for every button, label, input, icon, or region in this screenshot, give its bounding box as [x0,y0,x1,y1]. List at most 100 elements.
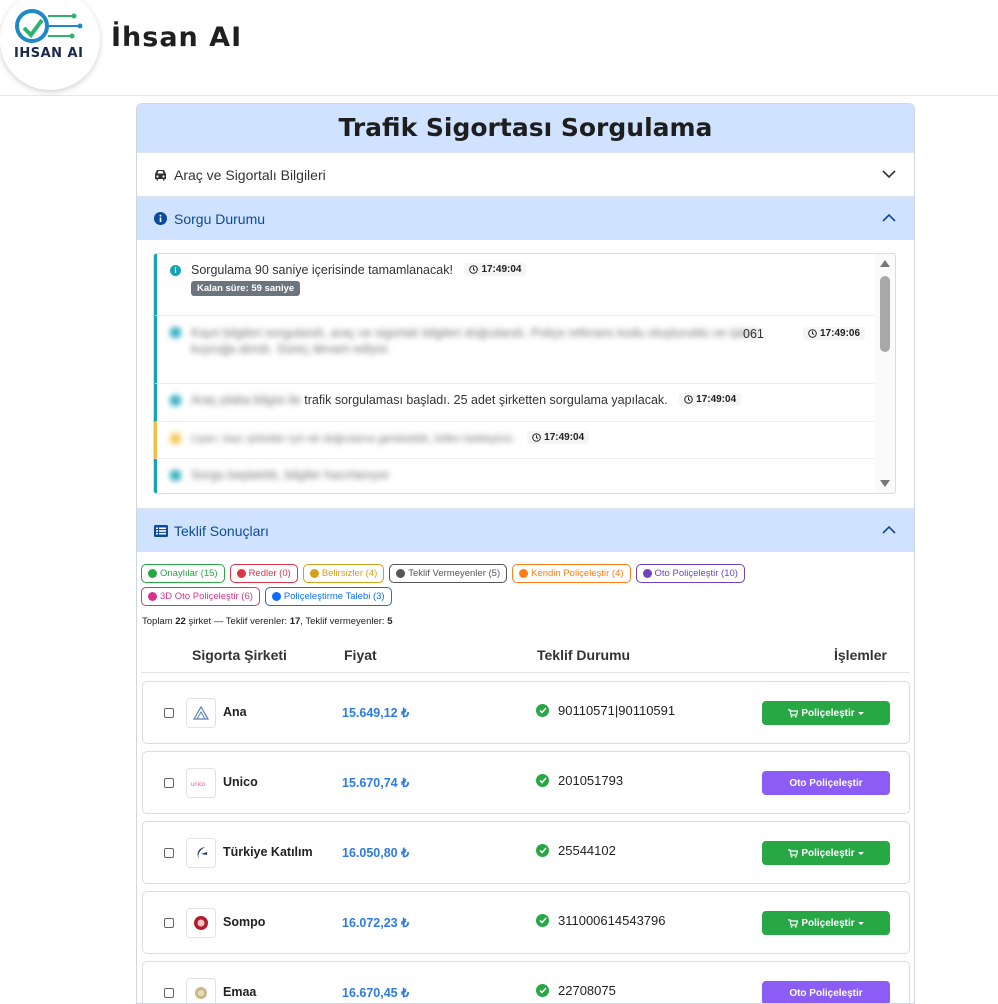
offer-status: 22708075 [536,983,616,998]
summary-nongivers-label: , Teklif vermeyenler: [300,616,385,627]
filter-chip[interactable]: 3D Oto Poliçeleştir (6) [141,587,260,606]
table-row: Emaa 16.670,45 ₺ 22708075 Oto Poliçeleştir [142,961,910,1003]
log-text: Sorgulama 90 saniye içerisinde tamamlana… [191,263,453,277]
offer-number: 201051793 [558,773,624,788]
price: 16.050,80 ₺ [342,846,410,860]
log-scrollbar[interactable] [875,254,895,493]
page-title: Trafik Sigortası Sorgulama [137,104,914,152]
row-checkbox[interactable] [164,708,174,718]
row-checkbox[interactable] [164,918,174,928]
action-label: Poliçeleştir [801,847,855,859]
accordion-vehicle-label: Araç ve Sigortalı Bilgileri [174,166,326,183]
table-row: unico Unico 15.670,74 ₺ 201051793 Oto Poliçe… [142,751,910,814]
scroll-down-icon[interactable] [880,480,890,487]
log-item: i Sorgu başlatıldı, bilgiler hazırlanıyo… [154,459,875,493]
caret-down-icon [857,921,864,925]
log-list: i Sorgulama 90 saniye içerisinde tamamla… [154,254,875,493]
accordion-query-status[interactable]: Sorgu Durumu [137,196,914,240]
info-dot-icon: i [170,327,181,338]
log-text-blurred: Araç plaka bilgisi ile [191,393,301,407]
summary-prefix: Toplam [142,616,173,627]
offer-status: 311000614543796 [536,913,666,928]
chevron-up-icon [882,525,896,534]
card-icon [148,592,157,601]
user-icon [519,569,529,578]
info-dot-icon: i [170,470,181,481]
log-box[interactable]: i Sorgulama 90 saniye içerisinde tamamla… [153,253,896,494]
log-item: i Kayıt bilgileri sorgulandı, araç ve si… [154,316,875,384]
log-text-visible: 061 [743,327,764,341]
car-icon [153,167,168,182]
circuit-logo-icon [15,9,83,43]
offer-number: 22708075 [558,983,616,998]
row-checkbox[interactable] [164,778,174,788]
action-label: Poliçeleştir [801,707,855,719]
filter-chip[interactable]: Teklif Vermeyenler (5) [389,564,508,583]
offer-status: 201051793 [536,773,623,788]
auto-policy-button[interactable]: Oto Poliçeleştir [762,771,890,795]
timestamp-text: 17:49:04 [481,264,522,275]
filter-chip-label: Kendin Poliçeleştir (4) [531,568,624,579]
accordion-offers-label: Teklif Sonuçları [174,522,269,539]
accordion-offer-results[interactable]: Teklif Sonuçları [137,508,914,552]
company-name: Ana [223,705,247,719]
scroll-up-icon[interactable] [880,260,890,267]
check-circle-icon [536,984,549,997]
ana-logo-icon [186,698,216,728]
policy-button[interactable]: Poliçeleştir [762,701,890,725]
remaining-time-badge: Kalan süre: 59 saniye [191,281,301,296]
summary-total: 22 [175,616,186,627]
logo-text: IHSAN AI [14,46,84,61]
timestamp-text: 17:49:04 [544,432,585,443]
offer-status: 25544102 [536,843,616,858]
filter-chip-label: Oto Poliçeleştir (10) [654,568,738,579]
clock-icon [808,329,817,338]
header-company: Sigorta Şirketi [192,647,287,663]
header-status: Teklif Durumu [537,647,631,663]
timestamp: 17:49:04 [464,263,527,276]
filter-chip[interactable]: Belirsizler (4) [302,564,385,583]
filter-chip[interactable]: Kendin Poliçeleştir (4) [512,564,631,583]
company-name: Türkiye Katılım [223,845,313,859]
turkiye-katilim-logo-icon [186,838,216,868]
filter-chip[interactable]: Oto Poliçeleştir (10) [635,564,745,583]
filter-chip[interactable]: Poliçeleştirme Talebi (3) [264,587,392,606]
caret-down-icon [857,711,864,715]
summary-givers: 17 [289,616,301,627]
action-label: Oto Poliçeleştir [789,987,863,999]
summary-nongivers: 5 [387,616,393,627]
offers-summary: Toplam 22 şirket — Teklif verenler: 17, … [137,606,914,627]
auto-policy-button[interactable]: Oto Poliçeleştir [762,981,890,1003]
file-icon [271,592,281,601]
info-dot-icon: i [170,265,181,276]
scroll-thumb[interactable] [880,276,890,352]
emaa-logo-icon [186,978,216,1003]
policy-button[interactable]: Poliçeleştir [762,841,890,865]
table-row: Sompo 16.072,23 ₺ 311000614543796 Poliçeleş… [142,891,910,954]
unico-logo-icon: unico [186,768,216,798]
clock-icon [469,265,479,274]
company-name: Sompo [223,915,266,929]
policy-button[interactable]: Poliçeleştir [762,911,890,935]
log-item-warning: ! Uyarı: bazı şirketler için ek doğrulam… [154,422,875,459]
row-checkbox[interactable] [164,988,174,998]
query-card: Trafik Sigortası Sorgulama Araç ve Sigor… [136,103,915,1004]
brand-logo[interactable]: IHSAN AI [0,0,100,90]
filter-chip-label: Redler (0) [248,568,291,579]
info-icon [153,211,168,226]
log-text-blurred: Sorgu başlatıldı, bilgiler hazırlanıyor [191,468,390,482]
pencil-icon [642,569,652,578]
clock-icon [532,433,541,442]
filter-chip[interactable]: Redler (0) [229,564,298,583]
filter-chip[interactable]: Onaylılar (15) [141,564,225,583]
table-row: Ana 15.649,12 ₺ 90110571|90110591 Poliçeleş… [142,681,910,744]
row-checkbox[interactable] [164,848,174,858]
check-circle-icon [536,774,549,787]
offer-status: 90110571|90110591 [536,703,675,718]
log-item: i Sorgulama 90 saniye içerisinde tamamla… [154,254,875,316]
check-circle-icon [536,844,549,857]
timestamp: 17:49:06 [803,327,866,340]
offer-number: 25544102 [558,843,616,858]
accordion-vehicle-info[interactable]: Araç ve Sigortalı Bilgileri [137,152,914,196]
chevron-up-icon [882,213,896,222]
